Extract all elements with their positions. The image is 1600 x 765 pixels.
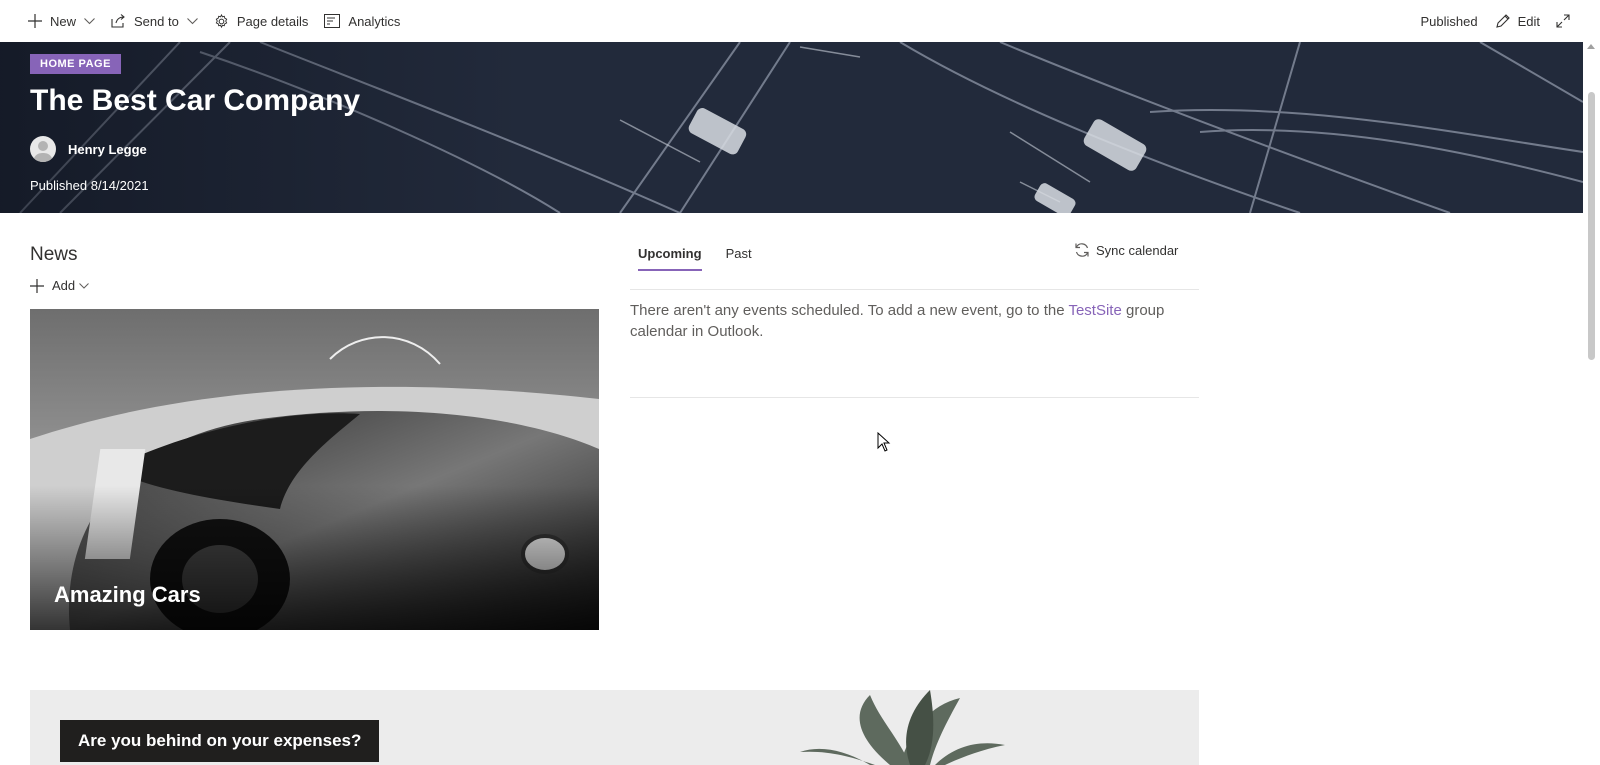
- expenses-banner[interactable]: Are you behind on your expenses?: [30, 690, 1199, 765]
- page-details-label: Page details: [236, 13, 309, 29]
- new-button[interactable]: New: [20, 0, 103, 42]
- expand-icon: [1556, 14, 1570, 28]
- analytics-label: Analytics: [348, 13, 401, 29]
- publish-status: Published: [1420, 13, 1478, 29]
- chevron-down-icon: [79, 282, 89, 289]
- edit-button[interactable]: Edit: [1488, 0, 1548, 42]
- page-details-button[interactable]: Page details: [206, 0, 317, 42]
- sync-icon: [1075, 243, 1089, 257]
- published-date: Published 8/14/2021: [30, 178, 149, 193]
- edit-label: Edit: [1517, 13, 1540, 29]
- news-add-button[interactable]: Add: [30, 278, 97, 293]
- events-divider-bottom: [630, 397, 1199, 398]
- new-label: New: [50, 13, 77, 29]
- command-bar-left: New Send to Page details Analytics: [0, 0, 408, 42]
- testsite-link[interactable]: TestSite: [1068, 302, 1121, 319]
- author-name: Henry Legge: [68, 141, 147, 157]
- analytics-icon: [324, 14, 341, 28]
- command-bar-right: Published Edit: [1420, 0, 1586, 42]
- page-type-badge: HOME PAGE: [30, 54, 121, 74]
- news-add-label: Add: [52, 278, 76, 293]
- tab-past[interactable]: Past: [726, 238, 752, 271]
- expand-button[interactable]: [1548, 0, 1586, 42]
- author[interactable]: Henry Legge: [30, 136, 147, 162]
- news-heading: News: [30, 244, 78, 265]
- page-title: The Best Car Company: [30, 84, 361, 117]
- events-divider-top: [630, 289, 1199, 290]
- avatar: [30, 136, 56, 162]
- pencil-icon: [1495, 14, 1510, 28]
- mouse-cursor-icon: [877, 432, 891, 452]
- analytics-button[interactable]: Analytics: [316, 0, 408, 42]
- scroll-up-arrow[interactable]: [1587, 44, 1595, 49]
- news-card[interactable]: Amazing Cars: [30, 309, 599, 630]
- gear-icon: [215, 13, 228, 28]
- send-to-label: Send to: [134, 13, 179, 29]
- chevron-down-icon: [84, 17, 95, 24]
- banner-heading: Are you behind on your expenses?: [60, 720, 380, 762]
- plus-icon: [28, 14, 42, 28]
- vertical-scrollbar[interactable]: [1583, 42, 1600, 765]
- person-icon: [33, 141, 53, 162]
- sync-calendar-button[interactable]: Sync calendar: [1074, 242, 1178, 258]
- no-events-message: There aren't any events scheduled. To ad…: [630, 300, 1190, 342]
- chevron-down-icon: [186, 17, 198, 24]
- tab-upcoming[interactable]: Upcoming: [638, 238, 702, 271]
- scroll-thumb[interactable]: [1588, 92, 1595, 360]
- command-bar: New Send to Page details Analytics Publi…: [0, 0, 1600, 42]
- no-events-text-start: There aren't any events scheduled. To ad…: [630, 302, 1069, 319]
- hero-banner: HOME PAGE The Best Car Company Henry Leg…: [0, 42, 1583, 213]
- events-tabs: Upcoming Past: [638, 238, 776, 271]
- send-to-button[interactable]: Send to: [103, 0, 206, 42]
- share-icon: [111, 14, 125, 28]
- sync-calendar-label: Sync calendar: [1096, 242, 1179, 258]
- news-card-title: Amazing Cars: [54, 582, 201, 607]
- plus-icon: [30, 278, 44, 293]
